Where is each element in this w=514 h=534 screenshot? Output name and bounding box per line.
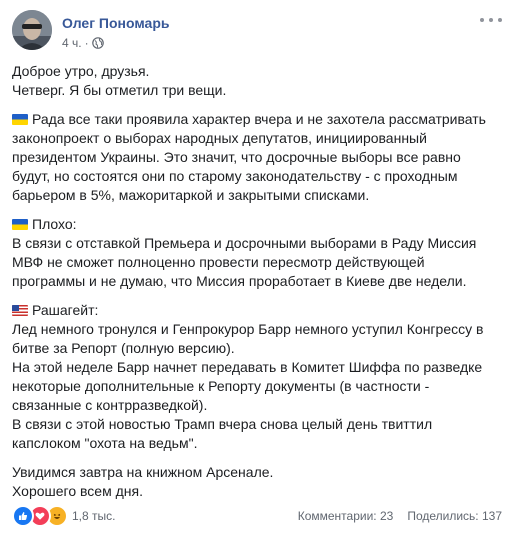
- post-timestamp[interactable]: 4 ч.: [62, 36, 82, 50]
- text-line: В связи с отставкой Премьера и досрочным…: [12, 235, 477, 251]
- globe-icon[interactable]: [91, 37, 104, 49]
- ukraine-flag-icon: [12, 114, 28, 125]
- reactions-summary[interactable]: 1,8 тыс.: [12, 505, 116, 527]
- author-avatar[interactable]: [12, 10, 52, 50]
- post-meta: 4 ч. ·: [62, 36, 104, 50]
- text-line: будут, но состоятся они по старому закон…: [12, 168, 458, 184]
- text-line: Четверг. Я бы отметил три вещи.: [12, 82, 227, 98]
- engagement-stats: Комментарии: 23 Поделились: 137: [298, 509, 502, 523]
- paragraph-rada: Рада все таки проявила характер вчера и …: [12, 110, 502, 205]
- post-header: Олег Пономарь 4 ч. ·: [12, 10, 502, 54]
- meta-separator: ·: [84, 36, 89, 50]
- reactions-count: 1,8 тыс.: [72, 509, 116, 523]
- shares-count-link[interactable]: Поделились: 137: [407, 509, 502, 523]
- text-line: некоторые дополнительные к Репорту докум…: [12, 378, 430, 394]
- ukraine-flag-icon: [12, 219, 28, 230]
- text-line: связанные с контрразведкой).: [12, 397, 208, 413]
- text-line: битве за Репорт (полную версию).: [12, 340, 235, 356]
- text-line: президентом Украины. Это значит, что дос…: [12, 149, 461, 165]
- text-line: Хорошего всем дня.: [12, 483, 143, 499]
- more-options-icon[interactable]: [480, 12, 502, 28]
- paragraph-greeting: Доброе утро, друзья. Четверг. Я бы отмет…: [12, 62, 502, 100]
- comments-count-link[interactable]: Комментарии: 23: [298, 509, 394, 523]
- text-line: Доброе утро, друзья.: [12, 63, 150, 79]
- text-line: Плохо:: [12, 215, 502, 234]
- post-footer: 1,8 тыс. Комментарии: 23 Поделились: 137: [12, 505, 502, 527]
- text-line: программы и не думаю, что Миссия прорабо…: [12, 273, 467, 289]
- text-line: барьером в 5%, мажоритаркой и закрытыми …: [12, 187, 370, 203]
- text-line: Рашагейт:: [12, 301, 502, 320]
- paragraph-closing: Увидимся завтра на книжном Арсенале. Хор…: [12, 463, 502, 501]
- text-line: В связи с этой новостью Трамп вчера снов…: [12, 416, 433, 432]
- author-name[interactable]: Олег Пономарь: [62, 15, 169, 31]
- paragraph-bad: Плохо: В связи с отставкой Премьера и до…: [12, 215, 502, 291]
- text-line: МВФ не сможет полноценно провести пересм…: [12, 254, 425, 270]
- like-icon: [12, 505, 34, 527]
- text-line: Лед немного тронулся и Генпрокурор Барр …: [12, 321, 484, 337]
- text-line: Рада все таки проявила характер вчера и …: [12, 110, 502, 129]
- post-body: Доброе утро, друзья. Четверг. Я бы отмет…: [12, 62, 502, 511]
- text-line: капслоком "охота на ведьм".: [12, 435, 198, 451]
- text-line: Увидимся завтра на книжном Арсенале.: [12, 464, 274, 480]
- paragraph-russiagate: Рашагейт: Лед немного тронулся и Генпрок…: [12, 301, 502, 453]
- us-flag-icon: [12, 305, 28, 316]
- text-line: На этой неделе Барр начнет передавать в …: [12, 359, 483, 375]
- facebook-post: Олег Пономарь 4 ч. · Доброе утро, друзья…: [0, 0, 514, 534]
- text-line: законопроект о выборах народных депутато…: [12, 130, 427, 146]
